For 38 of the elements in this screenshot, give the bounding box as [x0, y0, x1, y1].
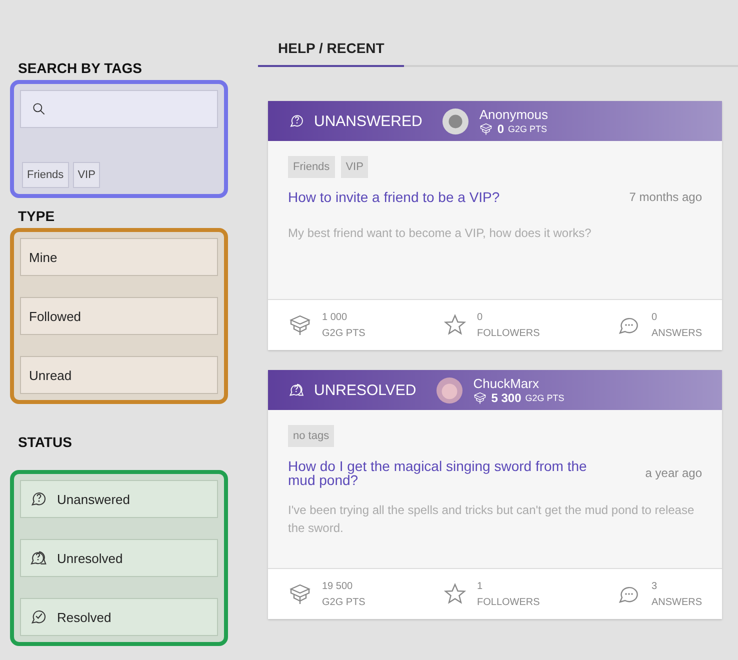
filter-option[interactable]: Mine	[20, 238, 218, 276]
author-points: 0	[497, 122, 504, 136]
filter-option[interactable]: Unread	[20, 356, 218, 394]
points-unit: G2G PTS	[508, 124, 548, 134]
filter-option[interactable]: Unresolved	[20, 539, 218, 577]
tag-chip[interactable]: VIP	[72, 162, 100, 188]
stat-value: 0	[651, 312, 658, 322]
timestamp: a year ago	[645, 466, 702, 480]
points-unit: G2G PTS	[525, 392, 564, 402]
stat-label: ANSWERS	[651, 596, 702, 608]
question-link[interactable]: How to invite a friend to be a VIP?	[288, 190, 608, 204]
stat-value: 1 000	[322, 312, 348, 322]
author-points: 5 300	[491, 390, 522, 404]
filter-option[interactable]: Followed	[20, 297, 218, 335]
section-heading: TYPE	[18, 208, 56, 224]
filter-option[interactable]: Unanswered	[20, 480, 218, 518]
section-heading: SEARCH BY TAGS	[18, 60, 143, 76]
stat-label: ANSWERS	[651, 328, 702, 338]
status-label: UNRESOLVED	[314, 382, 416, 398]
tag-chip[interactable]: Friends	[22, 162, 69, 188]
stat-label: FOLLOWERS	[477, 328, 540, 338]
filter-option[interactable]: Resolved	[20, 598, 218, 636]
stat-label: FOLLOWERS	[477, 596, 540, 608]
author-name[interactable]: ChuckMarx	[473, 376, 564, 390]
question-excerpt: I've been trying all the spells and tricks but can't get the mud pond to release the sword.	[288, 502, 696, 537]
timestamp: 7 months ago	[629, 190, 702, 204]
stat-value: 1	[477, 580, 484, 592]
stat-value: 3	[651, 580, 658, 592]
tab[interactable]: HELP / RECENT	[258, 40, 404, 67]
status-label: UNANSWERED	[314, 112, 422, 130]
stat-value: 0	[477, 312, 484, 322]
stat-label: G2G PTS	[322, 328, 366, 338]
question-link[interactable]: How do I get the magical singing sword from the mud pond?	[288, 459, 608, 487]
author-name[interactable]: Anonymous	[479, 106, 548, 122]
stat-value: 19 500	[322, 580, 354, 592]
section-heading: STATUS	[18, 434, 73, 450]
stat-label: G2G PTS	[322, 596, 366, 608]
question-excerpt: My best friend want to become a VIP, how does it works?	[288, 225, 592, 242]
